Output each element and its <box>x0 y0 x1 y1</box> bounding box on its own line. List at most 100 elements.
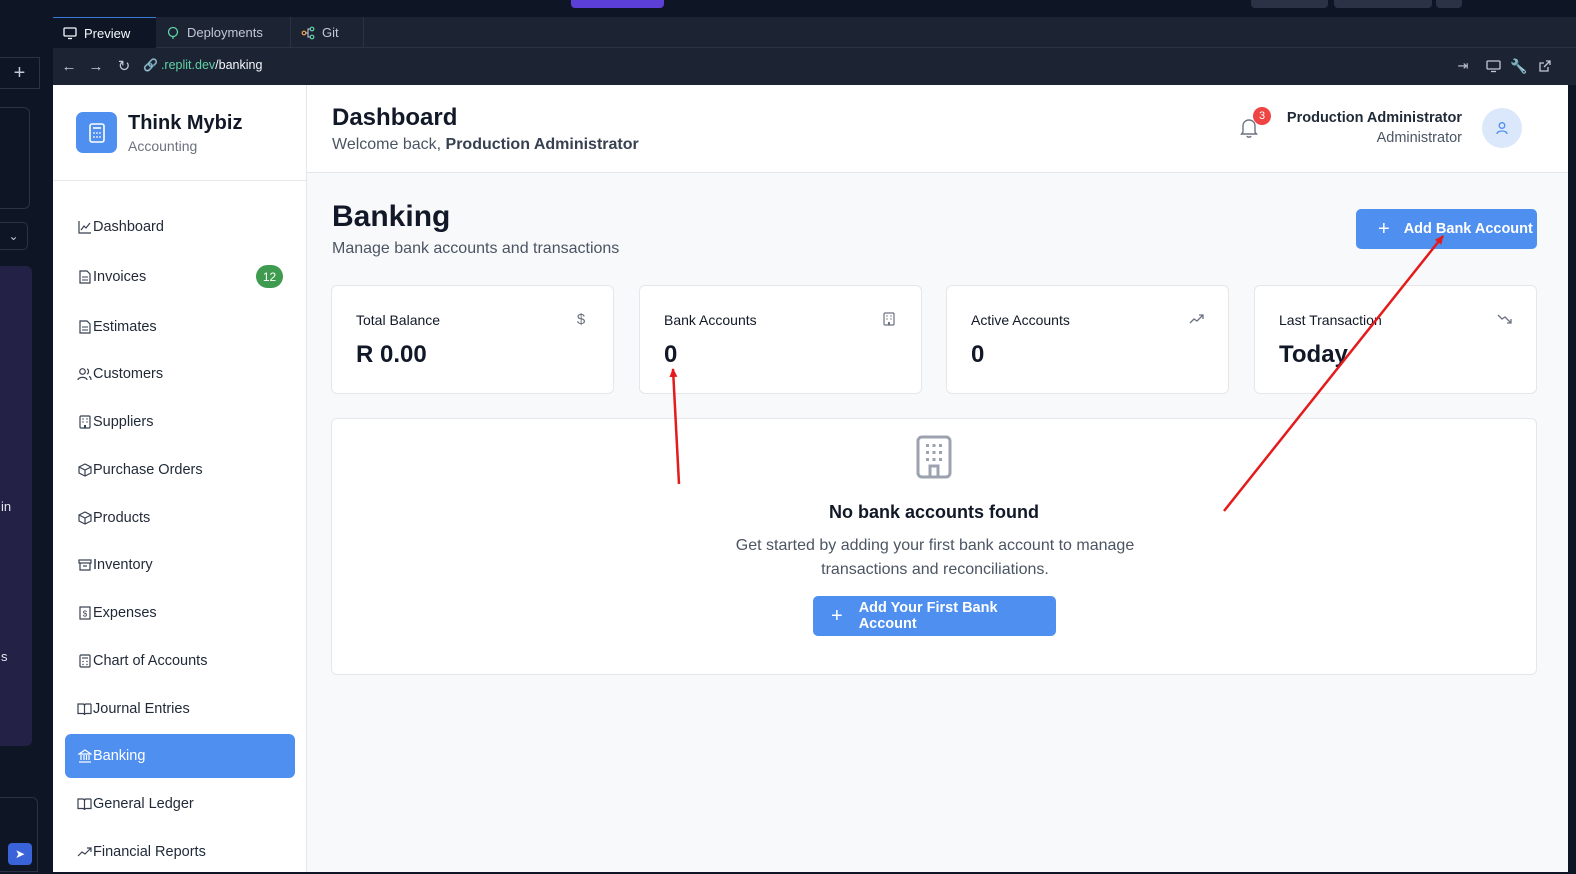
tab-label: Deployments <box>187 25 263 40</box>
sidebar: Think Mybiz Accounting Dashboard Invoice… <box>53 85 307 872</box>
new-tab-button[interactable]: + <box>0 57 40 89</box>
card-value: 0 <box>971 341 985 368</box>
reload-icon[interactable]: ↻ <box>114 56 134 76</box>
svg-text:$: $ <box>82 610 87 619</box>
archive-icon <box>77 558 92 573</box>
sidebar-item-label: Products <box>93 510 151 526</box>
banking-title: Banking <box>332 200 451 233</box>
sidebar-item-customers[interactable]: Customers <box>65 352 295 396</box>
tab-git[interactable]: Git <box>291 17 364 48</box>
right-edge <box>1568 85 1576 872</box>
panel-box <box>0 107 30 209</box>
tab-deployments[interactable]: Deployments <box>156 17 291 48</box>
sidebar-item-invoices[interactable]: Invoices 12 <box>65 255 295 299</box>
url-path: /banking <box>215 58 263 72</box>
welcome-prefix: Welcome back, <box>332 136 446 153</box>
go-arrow-icon[interactable]: ⇥ <box>1453 56 1473 76</box>
calculator-icon <box>77 654 92 669</box>
sidebar-item-dashboard[interactable]: Dashboard <box>65 205 295 249</box>
user-role: Administrator <box>1376 130 1462 146</box>
user-icon <box>1496 122 1508 135</box>
card-label: Bank Accounts <box>664 312 757 328</box>
bank-accounts-card: Bank Accounts 0 <box>639 285 922 394</box>
chart-line-icon <box>77 220 92 235</box>
tab-label: Git <box>322 25 339 40</box>
avatar[interactable] <box>1482 108 1522 148</box>
sidebar-item-expenses[interactable]: $ Expenses <box>65 591 295 635</box>
top-control[interactable] <box>1436 0 1462 8</box>
file-icon <box>77 320 92 335</box>
page-title: Dashboard <box>332 104 458 131</box>
forward-arrow-icon[interactable]: → <box>86 56 106 76</box>
last-transaction-card: Last Transaction Today <box>1254 285 1537 394</box>
sidebar-item-label: Customers <box>93 366 164 382</box>
wrench-icon[interactable]: 🔧 <box>1509 56 1529 76</box>
calculator-icon <box>76 112 117 153</box>
sidebar-item-purchase-orders[interactable]: Purchase Orders <box>65 448 295 492</box>
card-label: Last Transaction <box>1279 312 1382 328</box>
external-link-icon[interactable] <box>1535 56 1555 76</box>
file-icon <box>77 270 92 285</box>
sidebar-item-financial-reports[interactable]: Financial Reports <box>65 830 295 874</box>
tab-preview[interactable]: Preview <box>53 17 156 48</box>
sidebar-item-chart-of-accounts[interactable]: Chart of Accounts <box>65 639 295 683</box>
brand-subtitle: Accounting <box>128 138 198 154</box>
welcome-user: Production Administrator <box>445 136 639 153</box>
notification-badge: 3 <box>1253 107 1271 125</box>
sidebar-item-label: Purchase Orders <box>93 462 203 478</box>
sidebar-item-products[interactable]: Products <box>65 496 295 540</box>
empty-description: Get started by adding your first bank ac… <box>735 537 1135 578</box>
chevron-down-icon[interactable]: ⌄ <box>0 222 28 250</box>
receipt-icon: $ <box>77 606 92 621</box>
panel-text: in <box>1 499 12 514</box>
sidebar-item-journal-entries[interactable]: Journal Entries <box>65 687 295 731</box>
deploy-icon <box>166 26 180 40</box>
card-value: R 0.00 <box>356 341 427 368</box>
replit-left-panel: + ⌄ in s ➤ <box>0 17 53 872</box>
total-balance-card: Total Balance $ R 0.00 <box>331 285 614 394</box>
welcome-text: Welcome back, Production Administrator <box>332 136 639 154</box>
url-field[interactable]: 🔗 .replit.dev/banking <box>143 58 262 72</box>
send-button[interactable]: ➤ <box>8 843 32 865</box>
book-open-icon <box>77 797 92 812</box>
top-pill[interactable] <box>571 0 664 8</box>
empty-title: No bank accounts found <box>828 502 1039 522</box>
plus-icon: + <box>1378 218 1390 240</box>
sidebar-item-general-ledger[interactable]: General Ledger <box>65 782 295 826</box>
building-icon <box>915 435 953 479</box>
dollar-icon: $ <box>576 310 586 328</box>
active-accounts-card: Active Accounts 0 <box>946 285 1229 394</box>
building-icon <box>881 311 897 327</box>
empty-state: No bank accounts found Get started by ad… <box>331 418 1537 675</box>
banking-subtitle: Manage bank accounts and transactions <box>332 240 620 257</box>
plus-icon: + <box>831 605 843 627</box>
building-icon <box>77 415 92 430</box>
trending-up-icon <box>1188 311 1204 327</box>
sidebar-item-estimates[interactable]: Estimates <box>65 305 295 349</box>
sidebar-item-label: Inventory <box>93 557 153 573</box>
brand: Think Mybiz Accounting <box>53 85 307 181</box>
sidebar-item-label: Dashboard <box>93 219 164 235</box>
device-icon[interactable] <box>1483 56 1503 76</box>
back-arrow-icon[interactable]: ← <box>59 56 79 76</box>
tab-label: Preview <box>84 25 131 41</box>
users-icon <box>77 367 92 382</box>
sidebar-item-banking[interactable]: Banking <box>65 734 295 778</box>
sidebar-item-suppliers[interactable]: Suppliers <box>65 400 295 444</box>
user-name: Production Administrator <box>1286 110 1462 126</box>
sidebar-item-label: Suppliers <box>93 414 154 430</box>
trending-down-icon <box>1496 311 1512 327</box>
top-control[interactable] <box>1334 0 1432 8</box>
app-root: Think Mybiz Accounting Dashboard Invoice… <box>53 85 1568 872</box>
sidebar-item-label: Expenses <box>93 605 157 621</box>
add-first-bank-account-button[interactable]: + Add Your First Bank Account <box>813 596 1056 636</box>
top-control[interactable] <box>1251 0 1328 8</box>
top-header: Dashboard Welcome back, Production Admin… <box>307 85 1568 173</box>
bank-icon <box>77 749 92 764</box>
add-bank-account-button[interactable]: + Add Bank Account <box>1356 209 1537 249</box>
replit-top-strip <box>0 0 1576 17</box>
button-label: Add Your First Bank Account <box>858 600 998 632</box>
sidebar-item-inventory[interactable]: Inventory <box>65 543 295 587</box>
sidebar-item-label: Invoices <box>93 269 147 285</box>
replit-url-bar: ← → ↻ 🔗 .replit.dev/banking ⇥ 🔧 <box>53 48 1576 85</box>
